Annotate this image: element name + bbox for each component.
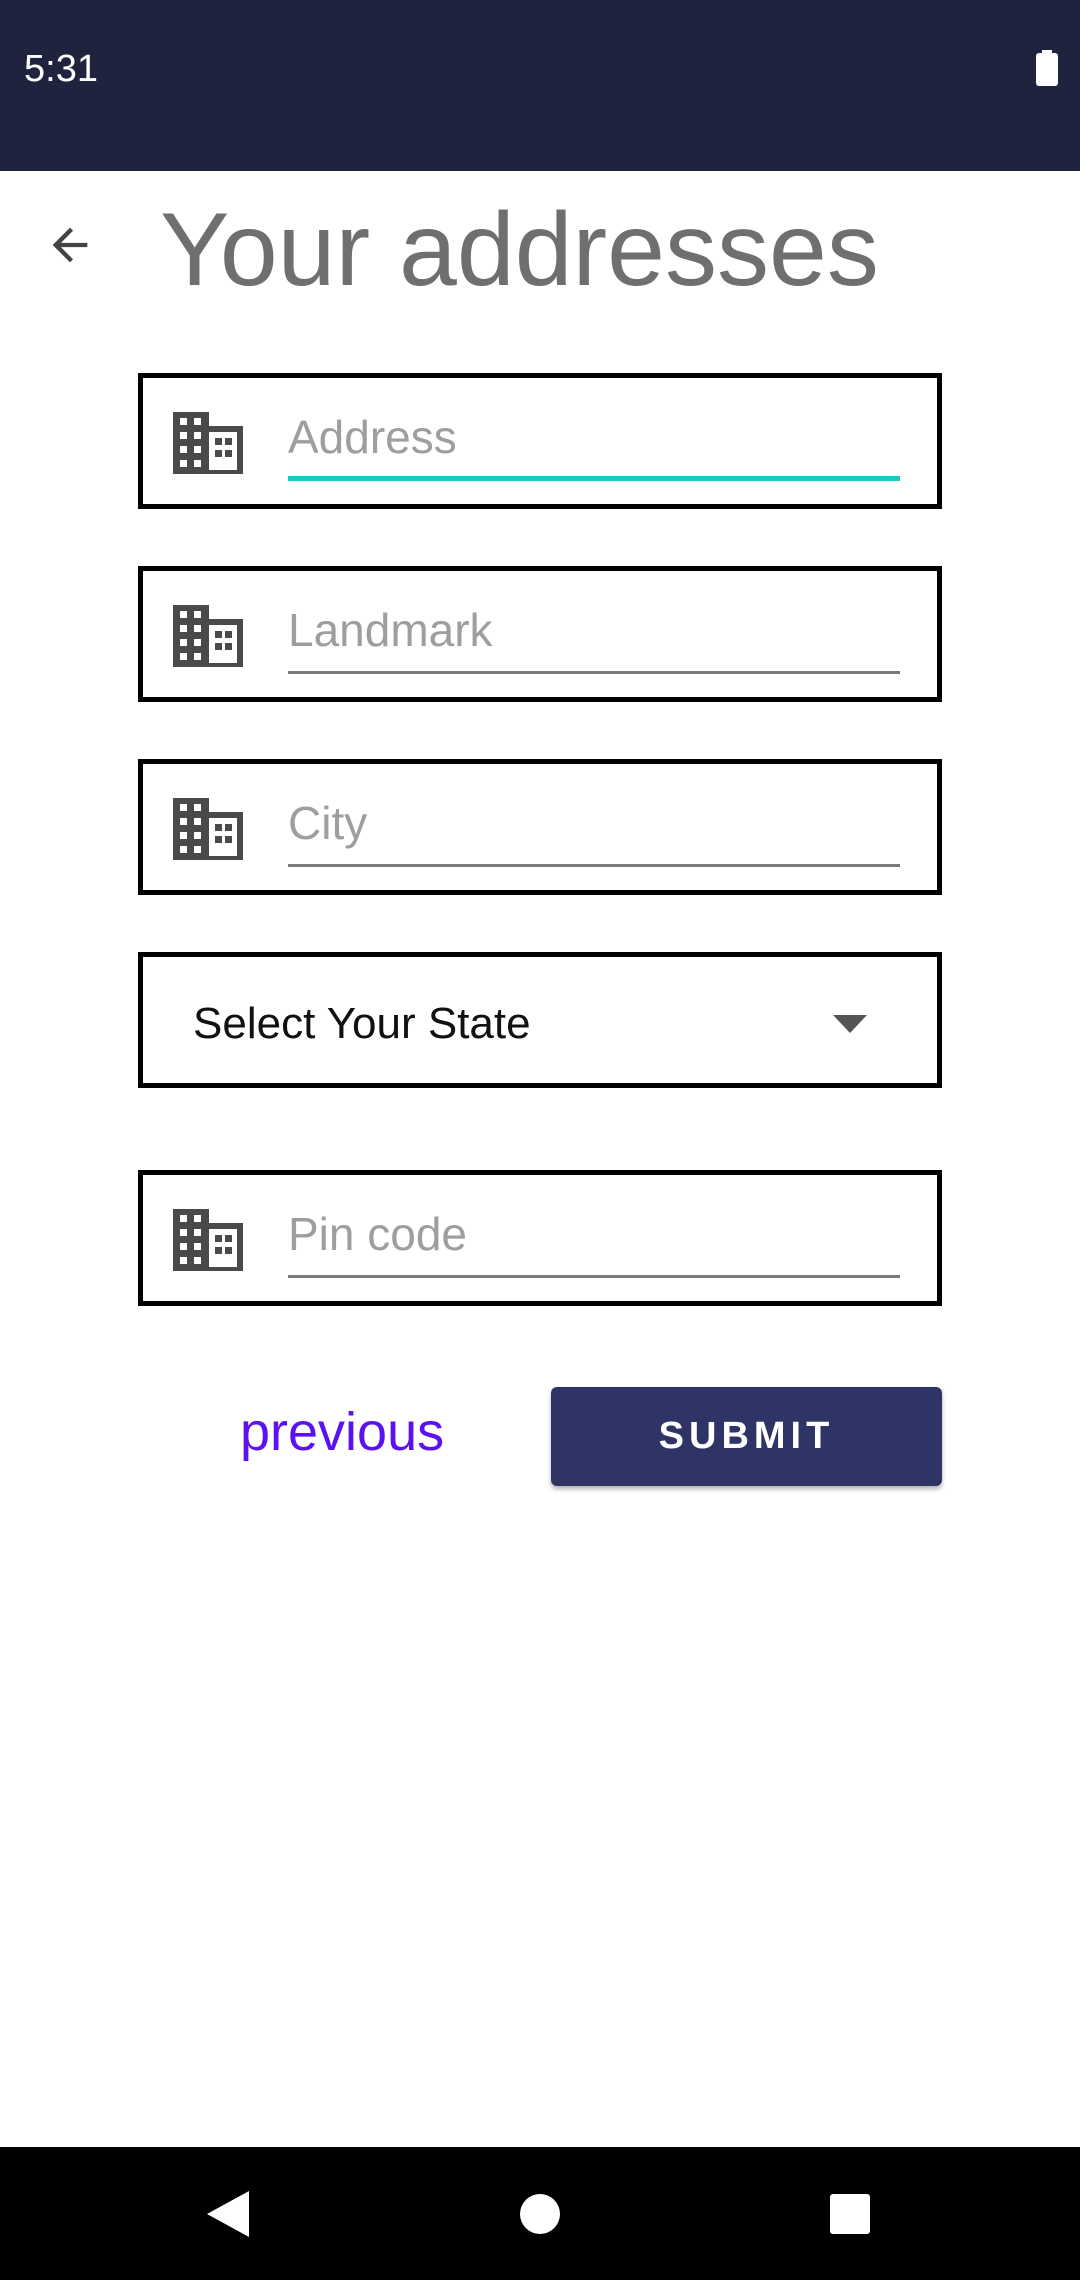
navigation-bar [0, 2147, 1080, 2280]
building-icon [173, 412, 243, 474]
nav-recents-icon[interactable] [829, 2193, 871, 2235]
landmark-field-box [138, 566, 942, 702]
address-input[interactable] [288, 402, 900, 472]
city-input[interactable] [288, 788, 900, 858]
city-field-box [138, 759, 942, 895]
back-button[interactable] [30, 205, 110, 285]
pincode-field-box [138, 1170, 942, 1306]
previous-link[interactable]: previous [240, 1400, 444, 1464]
building-icon [173, 798, 243, 860]
city-underline [288, 864, 900, 867]
building-icon [173, 1209, 243, 1271]
pincode-underline [288, 1275, 900, 1278]
nav-home-icon[interactable] [518, 2192, 562, 2236]
battery-full-icon [1036, 50, 1058, 86]
status-time: 5:31 [24, 48, 98, 90]
state-select[interactable]: Select Your State [138, 952, 942, 1088]
arrow-back-icon [52, 227, 88, 263]
page-title: Your addresses [160, 192, 879, 308]
landmark-input[interactable] [288, 595, 900, 665]
address-underline [288, 476, 900, 481]
pincode-input[interactable] [288, 1199, 900, 1269]
dropdown-arrow-icon [833, 1015, 867, 1033]
landmark-underline [288, 671, 900, 674]
submit-button[interactable]: SUBMIT [551, 1387, 942, 1486]
state-select-label: Select Your State [193, 999, 531, 1048]
nav-back-icon[interactable] [205, 2189, 251, 2239]
building-icon [173, 605, 243, 667]
address-field-box [138, 373, 942, 509]
status-bar: 5:31 [0, 0, 1080, 171]
